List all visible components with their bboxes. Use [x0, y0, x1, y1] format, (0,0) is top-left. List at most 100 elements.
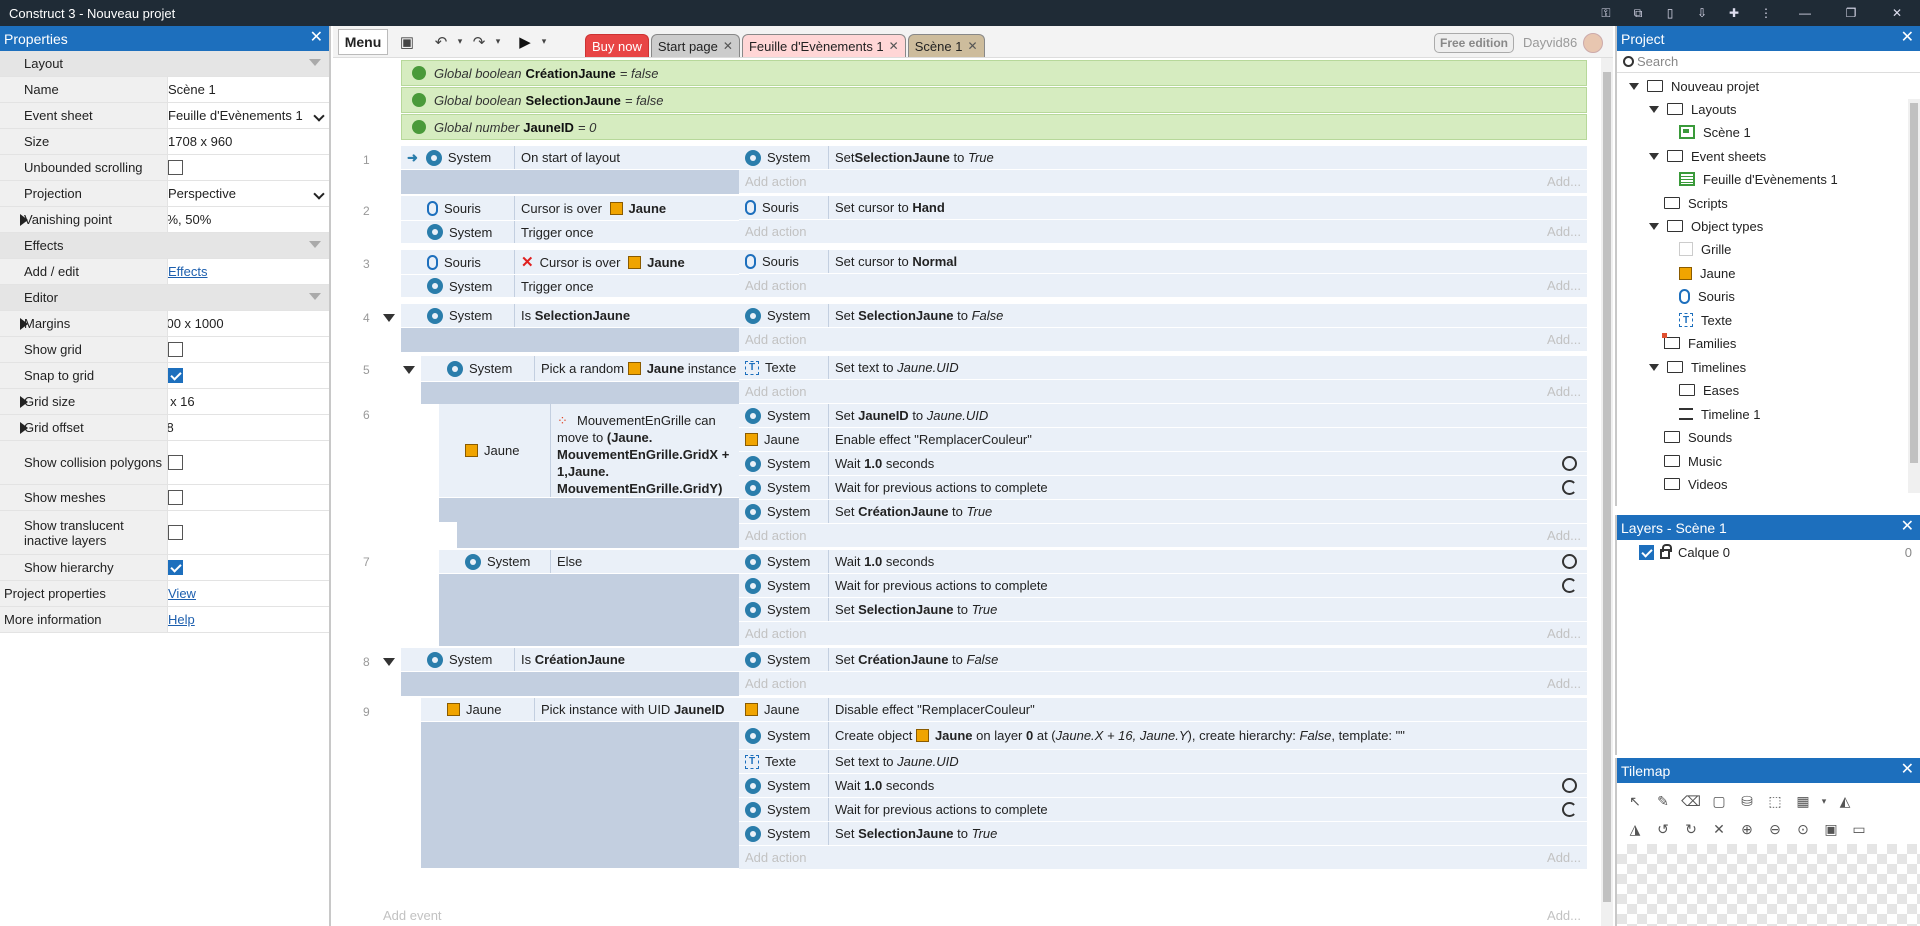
- download-icon[interactable]: ⇩: [1686, 0, 1718, 26]
- prop-size[interactable]: Size 1708 x 960: [0, 129, 329, 155]
- fill-icon[interactable]: ⛁: [1733, 787, 1761, 815]
- add-action[interactable]: Add action Add...: [739, 170, 1587, 194]
- event-block[interactable]: [421, 698, 739, 868]
- add-action[interactable]: Add action Add...: [739, 672, 1587, 696]
- prop-snap-grid[interactable]: Snap to grid: [0, 363, 329, 389]
- action[interactable]: T Texte Set text to Jaune.UID: [739, 356, 1587, 380]
- tree-item-eases[interactable]: Eases: [1679, 379, 1739, 401]
- tree-item-scene[interactable]: Scène 1: [1679, 121, 1751, 143]
- flip-horizontal-icon[interactable]: ◭: [1831, 787, 1859, 815]
- action[interactable]: System Wait for previous actions to compl…: [739, 574, 1587, 598]
- action[interactable]: System Wait 1.0 seconds: [739, 774, 1587, 798]
- scroll-thumb[interactable]: [1910, 103, 1918, 463]
- tree-item-object-types[interactable]: Object types: [1649, 215, 1763, 237]
- expand-icon[interactable]: [20, 421, 28, 434]
- effects-link[interactable]: Effects: [168, 264, 208, 279]
- add-action[interactable]: Add action Add...: [739, 622, 1587, 646]
- collapse-icon[interactable]: [403, 366, 415, 374]
- meshes-checkbox[interactable]: [168, 490, 183, 505]
- snap-grid-checkbox[interactable]: [168, 368, 183, 383]
- prop-vanishing[interactable]: Vanishing point 50%, 50%: [0, 207, 329, 233]
- layer-visible-checkbox[interactable]: [1639, 544, 1654, 560]
- project-search-input[interactable]: Search: [1617, 51, 1920, 73]
- add-dots-label[interactable]: Add...: [1547, 908, 1581, 923]
- condition[interactable]: System Else: [439, 550, 739, 574]
- section-layout[interactable]: Layout: [0, 51, 329, 77]
- zoom-in-icon[interactable]: ⊕: [1733, 815, 1761, 843]
- condition[interactable]: Souris Cursor is over Jaune: [401, 196, 739, 221]
- help-link[interactable]: Help: [168, 612, 195, 627]
- action[interactable]: Jaune Enable effect "RemplacerCouleur": [739, 428, 1587, 452]
- lock-icon[interactable]: [1660, 544, 1672, 559]
- add-action[interactable]: Add action Add...: [739, 846, 1587, 870]
- free-edition-badge[interactable]: Free edition: [1434, 33, 1515, 53]
- expand-icon[interactable]: [1649, 222, 1659, 230]
- more-icon[interactable]: ⋮: [1750, 0, 1782, 26]
- global-variable[interactable]: Global boolean CréationJaune = false: [401, 60, 1587, 86]
- hierarchy-checkbox[interactable]: [168, 560, 183, 575]
- action[interactable]: System Wait 1.0 seconds: [739, 452, 1587, 476]
- minimize-button[interactable]: —: [1782, 0, 1828, 26]
- undo-dropdown-icon[interactable]: ▾: [454, 29, 466, 55]
- condition[interactable]: ➜ System On start of layout: [401, 146, 739, 170]
- flip-vertical-icon[interactable]: ◮: [1621, 815, 1649, 843]
- collapse-icon[interactable]: [383, 658, 395, 666]
- play-dropdown-icon[interactable]: ▾: [538, 29, 550, 55]
- tile-picker-icon[interactable]: ▦: [1789, 787, 1817, 815]
- prop-show-grid[interactable]: Show grid: [0, 337, 329, 363]
- action[interactable]: System Set CréationJaune to True: [739, 500, 1587, 524]
- close-icon[interactable]: ✕: [1901, 761, 1914, 779]
- tree-item-scripts[interactable]: Scripts: [1664, 192, 1728, 214]
- close-icon[interactable]: ✕: [1705, 815, 1733, 843]
- prop-collision[interactable]: Show collision polygons: [0, 441, 329, 485]
- tree-item-timeline[interactable]: Timeline 1: [1679, 403, 1760, 425]
- action[interactable]: System Wait for previous actions to compl…: [739, 476, 1587, 500]
- condition[interactable]: Jaune ⁘ MouvementEnGrille can move to (Ja…: [439, 404, 739, 498]
- pencil-icon[interactable]: ✎: [1649, 787, 1677, 815]
- prop-value[interactable]: Scène 1: [168, 77, 329, 102]
- event-sheet-scrollbar[interactable]: [1601, 58, 1613, 926]
- action[interactable]: System Set SelectionJaune to True: [739, 146, 1587, 170]
- tree-item-music[interactable]: Music: [1664, 450, 1722, 472]
- action[interactable]: T Texte Set text to Jaune.UID: [739, 750, 1587, 774]
- event-sheet[interactable]: Global boolean CréationJaune = false Globa…: [333, 58, 1601, 926]
- tree-item-texte[interactable]: T Texte: [1679, 309, 1732, 331]
- project-scrollbar[interactable]: [1908, 99, 1920, 493]
- tree-item-grille[interactable]: Grille: [1679, 238, 1731, 260]
- add-action[interactable]: Add action Add...: [739, 524, 1587, 548]
- section-effects[interactable]: Effects: [0, 233, 329, 259]
- zoom-out-icon[interactable]: ⊖: [1761, 815, 1789, 843]
- tab-scene[interactable]: Scène 1 ✕: [907, 34, 985, 57]
- save-icon[interactable]: ▣: [394, 29, 420, 55]
- expand-icon[interactable]: [1649, 152, 1659, 160]
- menu-button[interactable]: Menu: [338, 28, 388, 55]
- action[interactable]: Jaune Disable effect "RemplacerCouleur": [739, 698, 1587, 722]
- condition[interactable]: Jaune Pick instance with UID JauneID: [421, 698, 739, 722]
- prop-margins[interactable]: Margins 1000 x 1000: [0, 311, 329, 337]
- rotate-ccw-icon[interactable]: ↺: [1649, 815, 1677, 843]
- unbounded-checkbox[interactable]: [168, 160, 183, 175]
- add-action[interactable]: Add action Add...: [739, 274, 1587, 298]
- global-variable[interactable]: Global number JauneID = 0: [401, 114, 1587, 140]
- expand-icon[interactable]: [1649, 363, 1659, 371]
- tree-item-event-sheet[interactable]: Feuille d'Evènements 1: [1679, 168, 1838, 190]
- prop-projection[interactable]: Projection Perspective: [0, 181, 329, 207]
- tree-item-event-sheets[interactable]: Event sheets: [1649, 145, 1766, 167]
- tree-item-sounds[interactable]: Sounds: [1664, 426, 1732, 448]
- prop-value-wrap[interactable]: 50%, 50%: [20, 207, 329, 232]
- action[interactable]: System Set SelectionJaune to False: [739, 304, 1587, 328]
- view-link[interactable]: View: [168, 586, 196, 601]
- key-icon[interactable]: ⚿: [1590, 0, 1622, 26]
- add-action[interactable]: Add action Add...: [739, 220, 1587, 244]
- condition[interactable]: System Pick a random Jaune instance: [421, 356, 739, 382]
- collision-checkbox[interactable]: [168, 455, 183, 470]
- select-icon[interactable]: ⬚: [1761, 787, 1789, 815]
- action[interactable]: System Create object Jaune on layer 0 at …: [739, 722, 1587, 750]
- save-icon[interactable]: ▣: [1817, 815, 1845, 843]
- play-icon[interactable]: ▶: [512, 29, 538, 55]
- tab-buy-now[interactable]: Buy now: [585, 34, 649, 57]
- rectangle-icon[interactable]: ▢: [1705, 787, 1733, 815]
- tree-item-root[interactable]: Nouveau projet: [1629, 75, 1759, 97]
- condition[interactable]: System Trigger once: [401, 221, 739, 244]
- prop-select[interactable]: Perspective: [168, 181, 329, 206]
